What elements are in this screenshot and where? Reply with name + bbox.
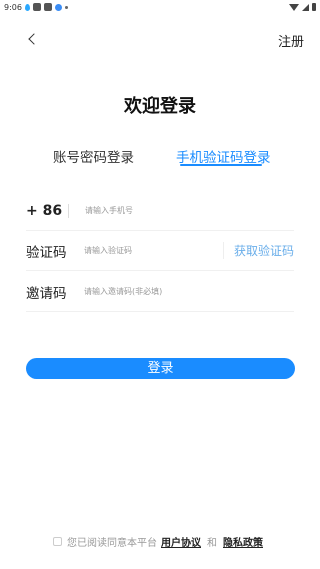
page-title: 欢迎登录	[124, 96, 196, 117]
wifi-icon	[289, 3, 299, 11]
code-label: 验证码	[26, 244, 67, 261]
tab-password-login[interactable]: 账号密码登录	[53, 146, 134, 166]
phone-input[interactable]	[85, 206, 294, 215]
login-tabs: 账号密码登录 手机验证码登录	[0, 146, 320, 170]
signal-icon	[302, 3, 309, 11]
droplet-icon	[24, 3, 30, 11]
active-tab-indicator	[180, 164, 262, 166]
invite-input[interactable]	[84, 287, 294, 296]
country-code[interactable]: + 86	[26, 203, 68, 219]
phone-row: + 86	[26, 191, 294, 231]
invite-row: 邀请码	[26, 272, 294, 312]
tab-sms-login[interactable]: 手机验证码登录	[176, 146, 271, 166]
divider	[68, 203, 69, 218]
battery-icon	[312, 3, 316, 11]
status-time: 9:06	[4, 2, 22, 12]
agreement-text: 您已阅读同意本平台	[67, 538, 157, 549]
agreement-and: 和	[207, 538, 217, 549]
app-notification-icon	[32, 3, 41, 11]
info-icon	[54, 3, 62, 11]
agreement-checkbox[interactable]	[53, 537, 62, 546]
register-link[interactable]: 注册	[278, 31, 304, 50]
user-agreement-link[interactable]: 用户协议	[161, 534, 201, 549]
status-bar: 9:06	[0, 0, 320, 14]
get-code-button[interactable]: 获取验证码	[222, 242, 294, 259]
login-button[interactable]: 登录	[26, 358, 295, 379]
app-notification-icon-2	[43, 3, 52, 11]
more-notifications-icon	[64, 5, 68, 9]
code-input[interactable]	[84, 246, 219, 255]
privacy-policy-link[interactable]: 隐私政策	[223, 534, 263, 549]
invite-label: 邀请码	[26, 285, 67, 302]
agreement: 您已阅读同意本平台 用户协议 和 隐私政策	[0, 534, 320, 549]
code-row: 验证码 获取验证码	[26, 231, 294, 271]
back-button[interactable]	[22, 29, 42, 49]
chevron-left-icon	[28, 33, 40, 45]
